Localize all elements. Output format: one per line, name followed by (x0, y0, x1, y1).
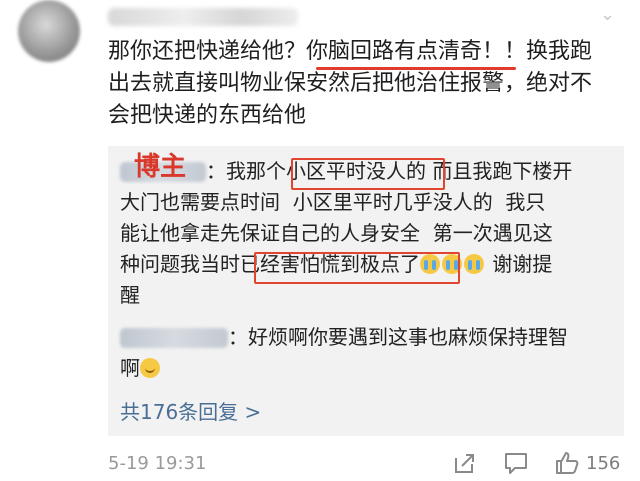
smile-emoji-icon (140, 358, 160, 378)
highlight-box (254, 252, 460, 284)
crying-emoji-icon (464, 254, 484, 274)
like-icon[interactable] (554, 450, 580, 476)
comment-footer: 5-19 19:31 156 (0, 448, 640, 478)
like-count: 156 (586, 453, 621, 474)
chevron-down-icon[interactable]: ⌄ (600, 6, 615, 24)
username-redacted[interactable] (108, 8, 298, 26)
more-replies-link[interactable]: 共176条回复 > (120, 398, 261, 426)
reply-item[interactable]: ：好烦啊你要遇到这事也麻烦保持理智 啊 (120, 322, 610, 384)
timestamp: 5-19 19:31 (108, 453, 207, 474)
highlight-underline (316, 67, 516, 70)
weibo-comment-card: ⌄ 那你还把快递给他？你脑回路有点清奇！！换我跑 出去就直接叫物业保安然后把他治… (0, 0, 640, 481)
reply-author-redacted[interactable] (120, 328, 228, 348)
avatar[interactable] (18, 0, 80, 62)
blogger-annotation: 博主 (134, 152, 187, 182)
comment-text: 那你还把快递给他？你脑回路有点清奇！！换我跑 出去就直接叫物业保安然后把他治住报… (108, 39, 593, 128)
comment-icon[interactable] (503, 450, 529, 476)
share-icon[interactable] (452, 450, 478, 476)
reply-panel: ：我那个小区平时没人的 而且我跑下楼开 大门也需要点时间 小区里平时几乎没人的 … (108, 146, 624, 436)
highlight-box (291, 158, 445, 190)
